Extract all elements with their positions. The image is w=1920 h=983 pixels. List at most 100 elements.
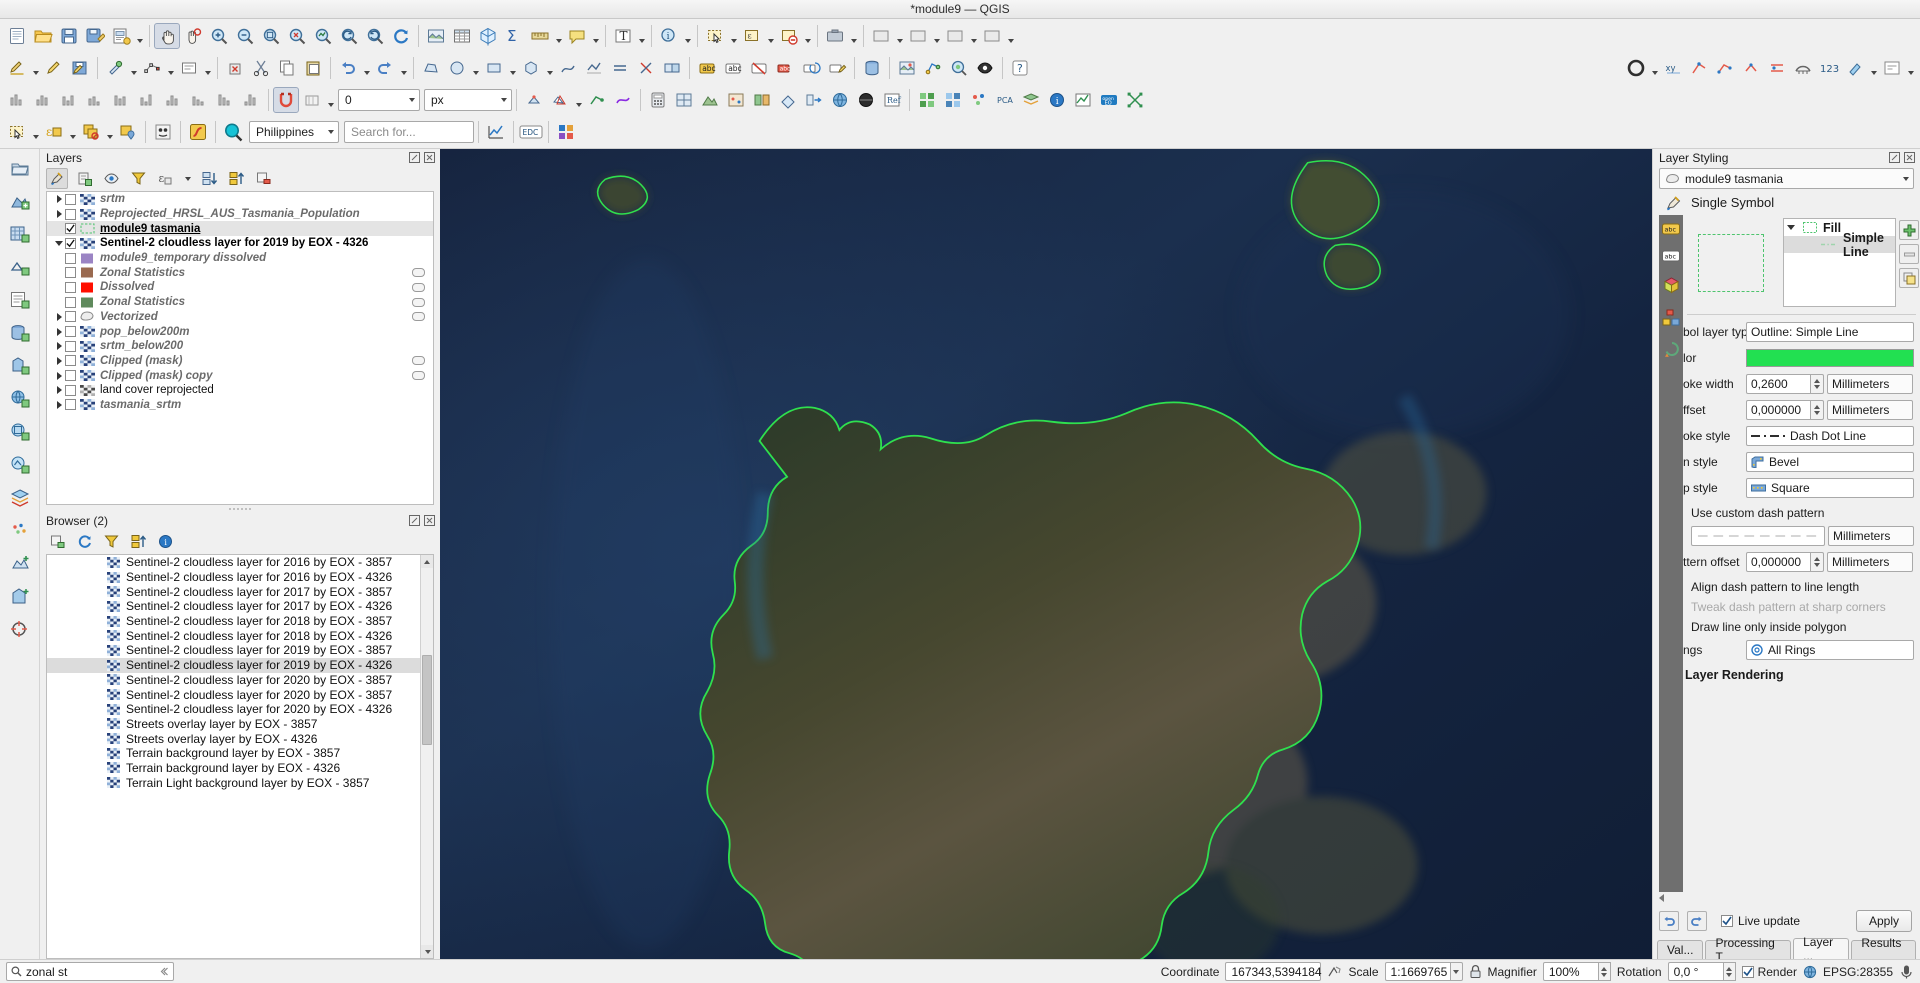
refresh-browser-icon[interactable] <box>73 531 95 552</box>
layer-filter-indicator-icon[interactable] <box>412 356 425 366</box>
browser-scrollbar[interactable] <box>420 555 433 958</box>
raster-terrain-icon[interactable] <box>697 87 723 113</box>
add-symbol-layer-button[interactable] <box>1899 220 1919 240</box>
tool-group-b-dropdown[interactable] <box>931 23 942 49</box>
qfield-dropdown[interactable] <box>1649 55 1660 81</box>
layer-row[interactable]: Clipped (mask) <box>47 354 433 369</box>
dock-tab[interactable]: Processing T... <box>1705 936 1792 964</box>
current-edits-icon[interactable] <box>4 55 30 81</box>
pan-map-tool[interactable] <box>154 23 180 49</box>
rotation-stepper[interactable] <box>1723 962 1736 981</box>
scale-chevron-down-icon[interactable] <box>1450 962 1463 981</box>
add-wcs-layer-icon[interactable] <box>9 421 31 443</box>
modify-attributes-icon[interactable] <box>176 55 202 81</box>
new-text-annotation-icon[interactable]: T <box>610 23 636 49</box>
identify-features-icon[interactable]: i <box>656 23 682 49</box>
add-selected-layers-icon[interactable] <box>46 531 68 552</box>
add-circle-icon[interactable] <box>444 55 470 81</box>
new-project-icon[interactable] <box>4 23 30 49</box>
stack-layers-icon[interactable] <box>1018 87 1044 113</box>
offset-curve-icon[interactable] <box>607 55 633 81</box>
filter-browser-icon[interactable] <box>100 531 122 552</box>
custom-dash-unit-select[interactable]: Millimeters <box>1828 526 1914 546</box>
layer-filter-indicator-icon[interactable] <box>412 268 425 278</box>
histogram-f-icon[interactable] <box>134 87 160 113</box>
paste-features-icon[interactable] <box>300 55 326 81</box>
open-eo-icon[interactable]: open EO <box>1096 87 1122 113</box>
processing-toolbox-icon[interactable] <box>822 23 848 49</box>
browser-item[interactable]: Streets overlay layer by EOX - 3857 <box>47 717 433 732</box>
symbol-tree-chevron-down-icon[interactable] <box>1787 225 1795 230</box>
raster-fill-icon[interactable] <box>775 87 801 113</box>
browser-close-icon[interactable] <box>424 515 435 526</box>
stroke-width-unit-select[interactable]: Millimeters <box>1827 374 1913 394</box>
histogram-b-icon[interactable] <box>30 87 56 113</box>
snapping-tolerance-input[interactable]: 0 <box>338 89 420 111</box>
styling-layer-chevron-down-icon[interactable] <box>1903 176 1909 181</box>
zoom-out-icon[interactable] <box>232 23 258 49</box>
stroke-width-stepper[interactable] <box>1811 374 1824 394</box>
select-expression-dropdown[interactable] <box>765 23 776 49</box>
expand-chevron-icon[interactable] <box>53 327 65 336</box>
undo-icon[interactable] <box>335 55 361 81</box>
layer-filter-indicator-icon[interactable] <box>412 282 425 292</box>
raster-reclass-icon[interactable] <box>749 87 775 113</box>
browser-item[interactable]: Sentinel-2 cloudless layer for 2017 by E… <box>47 584 433 599</box>
grid-green-icon[interactable] <box>914 87 940 113</box>
snapping-toggle-icon[interactable] <box>273 87 299 113</box>
layer-row[interactable]: Vectorized <box>47 310 433 325</box>
network-green-icon[interactable] <box>1122 87 1148 113</box>
use-custom-dash-row[interactable]: Use custom dash pattern <box>1683 503 1914 523</box>
symbol-layer-tree[interactable]: Fill Simple Line <box>1783 218 1896 307</box>
browser-item[interactable]: Terrain background layer by EOX - 4326 <box>47 761 433 776</box>
vector-tool-a-icon[interactable] <box>1686 55 1712 81</box>
select-rect-dropdown[interactable] <box>30 119 41 145</box>
expand-chevron-icon[interactable] <box>53 356 65 365</box>
locator-search-input[interactable]: zonal st <box>6 962 174 981</box>
dock-tab[interactable]: Layer ... <box>1793 935 1850 963</box>
copy-features-icon[interactable] <box>274 55 300 81</box>
styling-undock-icon[interactable] <box>1889 152 1900 163</box>
qfield-sync-icon[interactable] <box>1623 55 1649 81</box>
self-snapping-icon[interactable] <box>584 87 610 113</box>
raster-globe-icon[interactable] <box>827 87 853 113</box>
add-vector-layer-icon[interactable] <box>9 190 31 212</box>
search-geocoder-icon[interactable] <box>220 119 246 145</box>
layer-filter-indicator-icon[interactable] <box>412 371 425 381</box>
color-grid-icon[interactable] <box>553 119 579 145</box>
browser-scroll-thumb[interactable] <box>422 655 432 745</box>
expand-chevron-icon[interactable] <box>53 240 65 246</box>
epsilon-icon[interactable]: ε <box>41 119 67 145</box>
topology-checker-icon[interactable] <box>920 55 946 81</box>
stroke-width-input[interactable]: 0,2600 <box>1746 374 1811 394</box>
layer-row[interactable]: module9 tasmania <box>47 221 433 237</box>
layer-visibility-checkbox[interactable] <box>65 370 76 382</box>
layer-profile-icon[interactable] <box>1070 87 1096 113</box>
zoom-next-icon[interactable] <box>362 23 388 49</box>
ref-layer-icon[interactable]: Ref <box>879 87 905 113</box>
layer-rendering-section[interactable]: Layer Rendering <box>1683 665 1914 682</box>
custom-dash-pattern-button[interactable] <box>1691 526 1825 546</box>
new-print-layout-icon[interactable] <box>108 23 134 49</box>
add-delimited-text-layer-icon[interactable] <box>9 289 31 311</box>
modify-attributes-dropdown[interactable] <box>202 55 213 81</box>
browser-item[interactable]: Terrain background layer by EOX - 3857 <box>47 746 433 761</box>
statistics-icon[interactable]: Σ <box>501 23 527 49</box>
measure-dropdown[interactable] <box>553 23 564 49</box>
snapping-mode-icon[interactable] <box>299 87 325 113</box>
layer-row[interactable]: land cover reprojected <box>47 383 433 398</box>
annotation-dropdown[interactable] <box>636 23 647 49</box>
collapse-all-icon[interactable] <box>225 168 247 189</box>
magnifier-stepper[interactable] <box>1598 962 1611 981</box>
styling-layer-select[interactable]: module9 tasmania <box>1659 168 1914 189</box>
current-edits-dropdown[interactable] <box>30 55 41 81</box>
apply-button[interactable]: Apply <box>1855 910 1912 932</box>
xyz-tool-icon[interactable]: xy <box>1660 55 1686 81</box>
add-wfs-layer-icon[interactable] <box>9 454 31 476</box>
align-dash-row[interactable]: Align dash pattern to line length <box>1683 577 1914 597</box>
expand-chevron-icon[interactable] <box>53 386 65 395</box>
avoid-overlap-dropdown[interactable] <box>573 87 584 113</box>
add-pointcloud-layer-icon[interactable] <box>9 520 31 542</box>
dock-tab[interactable]: Val... <box>1657 940 1704 959</box>
browser-item[interactable]: Sentinel-2 cloudless layer for 2020 by E… <box>47 687 433 702</box>
